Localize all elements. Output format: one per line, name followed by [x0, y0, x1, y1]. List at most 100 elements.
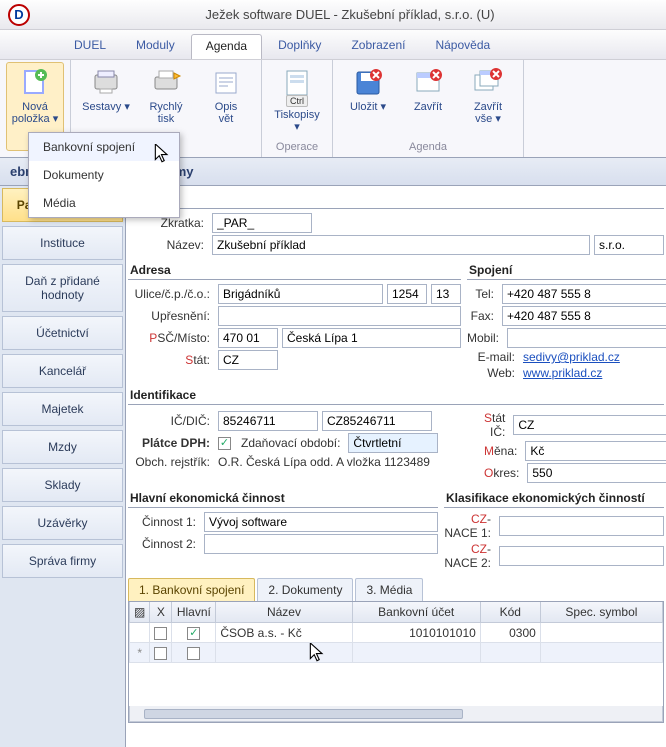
- input-misto[interactable]: [282, 328, 461, 348]
- ribbon-group-caption: Operace: [268, 139, 326, 156]
- label-psc: PSČ/Místo:: [128, 331, 214, 345]
- input-obdobi[interactable]: [348, 433, 438, 453]
- menubar: DUELModulyAgendaDoplňkyZobrazeníNápověda: [0, 30, 666, 60]
- input-upresneni[interactable]: [218, 306, 461, 326]
- close-button[interactable]: Zavřít: [399, 62, 457, 139]
- sidenav-item[interactable]: Sklady: [2, 468, 123, 502]
- dropdown-item[interactable]: Média: [29, 189, 179, 217]
- input-n1[interactable]: [499, 516, 664, 536]
- input-c1[interactable]: [204, 512, 438, 532]
- menu-tab-agenda[interactable]: Agenda: [191, 34, 262, 59]
- forms-button[interactable]: CtrlTiskopisy ▾: [268, 62, 326, 139]
- input-co[interactable]: [431, 284, 461, 304]
- new-item-dropdown: Bankovní spojeníDokumentyMédia: [28, 132, 180, 218]
- menu-tab-zobrazení[interactable]: Zobrazení: [337, 34, 419, 59]
- grid-scrollbar-h[interactable]: [129, 706, 663, 722]
- sentence-copy-label: Opis vět: [215, 101, 238, 125]
- sidenav-item[interactable]: Uzávěrky: [2, 506, 123, 540]
- menu-tab-nápověda[interactable]: Nápověda: [421, 34, 504, 59]
- input-tel[interactable]: [502, 284, 666, 304]
- cell-kod[interactable]: 0300: [480, 623, 540, 643]
- grid-header[interactable]: ▨: [130, 602, 150, 623]
- save-label: Uložit ▾: [350, 101, 386, 113]
- close-icon: [412, 67, 444, 99]
- input-stat[interactable]: [218, 350, 278, 370]
- input-n2[interactable]: [499, 546, 664, 566]
- sidenav-item[interactable]: Instituce: [2, 226, 123, 260]
- hlavni-checkbox[interactable]: [187, 627, 200, 640]
- close-all-button[interactable]: Zavřít vše ▾: [459, 62, 517, 139]
- cell-ucet[interactable]: [352, 643, 480, 663]
- save-icon: [352, 67, 384, 99]
- label-mobil: Mobil:: [467, 331, 503, 345]
- menu-tab-moduly[interactable]: Moduly: [122, 34, 189, 59]
- sentence-copy-button[interactable]: Opis vět: [197, 62, 255, 151]
- sidenav-item[interactable]: Kancelář: [2, 354, 123, 388]
- input-fax[interactable]: [502, 306, 666, 326]
- quick-print-label: Rychlý tisk: [149, 101, 182, 125]
- input-nazev-suffix[interactable]: [594, 235, 664, 255]
- input-nazev[interactable]: [212, 235, 590, 255]
- grid-header[interactable]: Spec. symbol: [540, 602, 662, 623]
- label-stat: Stát:: [128, 353, 214, 367]
- label-n2: CZ-NACE 2:: [444, 542, 495, 570]
- input-mena[interactable]: [525, 441, 666, 461]
- table-row[interactable]: *: [130, 643, 663, 663]
- grid-header[interactable]: Název: [216, 602, 352, 623]
- workspace: Parametry firmyInstituceDaň z přidané ho…: [0, 186, 666, 747]
- section-firma: Firma: [128, 188, 664, 209]
- menu-tab-doplňky[interactable]: Doplňky: [264, 34, 335, 59]
- input-mobil[interactable]: [507, 328, 666, 348]
- sidenav-item[interactable]: Daň z přidané hodnoty: [2, 264, 123, 312]
- table-row[interactable]: ČSOB a.s. - Kč10101010100300: [130, 623, 663, 643]
- input-c2[interactable]: [204, 534, 438, 554]
- label-upresneni: Upřesnění:: [128, 309, 214, 323]
- save-button[interactable]: Uložit ▾: [339, 62, 397, 139]
- label-mena: Měna:: [484, 444, 521, 458]
- input-zkratka[interactable]: [212, 213, 312, 233]
- dropdown-item[interactable]: Bankovní spojení: [29, 133, 179, 161]
- sidenav-item[interactable]: Mzdy: [2, 430, 123, 464]
- detail-tab[interactable]: 3. Média: [355, 578, 423, 601]
- cell-spec[interactable]: [540, 623, 662, 643]
- menu-tab-duel[interactable]: DUEL: [60, 34, 120, 59]
- detail-tab[interactable]: 2. Dokumenty: [257, 578, 353, 601]
- section-spojeni: Spojení: [467, 259, 666, 280]
- input-psc[interactable]: [218, 328, 278, 348]
- input-cp[interactable]: [387, 284, 427, 304]
- dropdown-item[interactable]: Dokumenty: [29, 161, 179, 189]
- link-web[interactable]: www.priklad.cz: [523, 366, 666, 380]
- detail-tab[interactable]: 1. Bankovní spojení: [128, 578, 255, 601]
- cell-ucet[interactable]: 1010101010: [352, 623, 480, 643]
- input-okres[interactable]: [527, 463, 666, 483]
- grid-bankovni: ▨XHlavníNázevBankovní účetKódSpec. symbo…: [128, 602, 664, 723]
- content: Firma Zkratka: Název: Adresa Ulice/č.p./…: [126, 186, 666, 747]
- delete-checkbox[interactable]: [154, 627, 167, 640]
- input-dic[interactable]: [322, 411, 432, 431]
- section-klas: Klasifikace ekonomických činností: [444, 487, 664, 508]
- row-marker: [130, 623, 150, 643]
- link-email[interactable]: sedivy@priklad.cz: [523, 350, 666, 364]
- grid-header[interactable]: Bankovní účet: [352, 602, 480, 623]
- detail-tabs: 1. Bankovní spojení2. Dokumenty3. Média: [128, 578, 664, 602]
- sidenav-item[interactable]: Účetnictví: [2, 316, 123, 350]
- checkbox-platce[interactable]: [218, 437, 231, 450]
- label-icdic: IČ/DIČ:: [128, 414, 214, 428]
- grid-header[interactable]: X: [150, 602, 172, 623]
- cell-nazev[interactable]: [216, 643, 352, 663]
- label-okres: Okres:: [484, 466, 523, 480]
- input-ic[interactable]: [218, 411, 318, 431]
- sidenav-item[interactable]: Správa firmy: [2, 544, 123, 578]
- titlebar: D Ježek software DUEL - Zkušební příklad…: [0, 0, 666, 30]
- delete-checkbox[interactable]: [154, 647, 167, 660]
- hlavni-checkbox[interactable]: [187, 647, 200, 660]
- input-ulice[interactable]: [218, 284, 383, 304]
- close-all-label: Zavřít vše ▾: [474, 101, 502, 125]
- grid-header[interactable]: Kód: [480, 602, 540, 623]
- sidenav-item[interactable]: Majetek: [2, 392, 123, 426]
- cell-nazev[interactable]: ČSOB a.s. - Kč: [216, 623, 352, 643]
- cell-spec[interactable]: [540, 643, 662, 663]
- input-static[interactable]: [513, 415, 666, 435]
- grid-header[interactable]: Hlavní: [172, 602, 216, 623]
- cell-kod[interactable]: [480, 643, 540, 663]
